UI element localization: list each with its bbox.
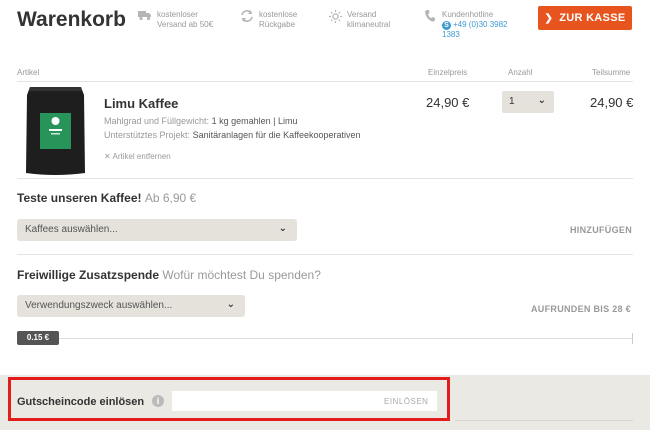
hotline-phone[interactable]: S +49 (0)30 3982 — [442, 20, 508, 30]
grind-value: 1 kg gemahlen | Limu — [211, 116, 298, 126]
voucher-label: Gutscheincode einlösen — [17, 396, 145, 408]
add-coffee-button[interactable]: HINZUFÜGEN — [570, 225, 632, 235]
donation-heading: Freiwillige Zusatzspende — [17, 268, 160, 282]
chevron-down-icon: ⌄ — [278, 223, 287, 234]
chevron-down-icon: ⌄ — [226, 299, 235, 310]
close-icon: ✕ — [104, 152, 111, 161]
page-title: Warenkorb — [17, 8, 126, 31]
product-image[interactable] — [24, 85, 87, 177]
quantity-select[interactable]: 1 ⌄ — [502, 91, 554, 113]
feature-line: Versand ab 50€ — [157, 20, 214, 29]
return-arrows-icon — [239, 10, 255, 24]
feature-free-shipping: kostenloser Versand ab 50€ — [137, 10, 213, 30]
sun-icon — [327, 10, 343, 24]
column-header-anzahl: Anzahl — [508, 68, 533, 77]
donation-title: Freiwillige Zusatzspende Wofür möchtest … — [17, 268, 321, 282]
try-coffee-heading: Teste unseren Kaffee! — [17, 191, 142, 205]
donation-purpose-select[interactable]: Verwendungszweck auswählen... ⌄ — [17, 295, 245, 317]
remove-label: Artikel entfernen — [112, 152, 171, 161]
subtotal: 24,90 € — [590, 95, 634, 110]
info-icon[interactable]: i — [152, 395, 164, 407]
feature-line: kostenlose — [259, 10, 298, 19]
quantity-value: 1 — [509, 96, 515, 107]
round-up-button[interactable]: AUFRUNDEN BIS 28 € — [531, 304, 631, 314]
grind-label: Mahlgrad und Füllgewicht: — [104, 116, 210, 126]
coffee-select-value: Kaffees auswählen... — [25, 224, 118, 235]
product-name[interactable]: Limu Kaffee — [104, 96, 178, 111]
feature-line: klimaneutral — [347, 20, 391, 29]
column-header-artikel: Artikel — [17, 68, 40, 77]
divider — [17, 178, 633, 179]
donation-slider-track[interactable] — [17, 338, 633, 339]
customer-hotline: Kundenhotline S +49 (0)30 3982 1383 — [422, 10, 508, 40]
slider-end-tick — [632, 333, 633, 344]
try-coffee-title: Teste unseren Kaffee! Ab 6,90 € — [17, 191, 196, 205]
checkout-label: ZUR KASSE — [559, 12, 626, 24]
hotline-label: Kundenhotline — [442, 10, 494, 19]
column-header-einzelpreis: Einzelpreis — [428, 68, 468, 77]
product-project: Unterstütztes Projekt: Sanitäranlagen fü… — [104, 130, 361, 140]
divider — [17, 81, 633, 82]
feature-climate-neutral: Versand klimaneutral — [327, 10, 390, 30]
unit-price: 24,90 € — [426, 95, 470, 110]
chevron-right-icon: ❯ — [544, 12, 554, 24]
skype-icon: S — [442, 21, 451, 30]
donation-slider-handle[interactable]: 0.15 € — [17, 331, 59, 345]
try-coffee-price: Ab 6,90 € — [144, 191, 197, 205]
column-header-teilsumme: Teilsumme — [592, 68, 631, 77]
chevron-down-icon: ⌄ — [537, 95, 546, 106]
feature-line: Versand — [347, 10, 377, 19]
redeem-voucher-button[interactable]: EINLÖSEN — [384, 397, 428, 406]
feature-line: Rückgabe — [259, 20, 296, 29]
donation-select-value: Verwendungszweck auswählen... — [25, 300, 173, 311]
divider — [455, 420, 633, 421]
feature-line: kostenloser — [157, 10, 198, 19]
donation-question: Wofür möchtest Du spenden? — [162, 268, 321, 282]
truck-icon — [137, 10, 153, 24]
checkout-button[interactable]: ❯ ZUR KASSE — [538, 6, 632, 30]
project-label: Unterstütztes Projekt: — [104, 130, 191, 140]
divider — [17, 254, 633, 255]
hotline-phone-number-cont[interactable]: 1383 — [442, 30, 508, 40]
coffee-select[interactable]: Kaffees auswählen... ⌄ — [17, 219, 297, 241]
phone-icon — [422, 10, 438, 24]
project-value: Sanitäranlagen für die Kaffeekooperative… — [192, 130, 361, 140]
hotline-phone-number[interactable]: +49 (0)30 3982 — [453, 20, 508, 29]
product-grind: Mahlgrad und Füllgewicht: 1 kg gemahlen … — [104, 116, 297, 126]
remove-item-link[interactable]: ✕ Artikel entfernen — [104, 152, 171, 161]
feature-free-return: kostenlose Rückgabe — [239, 10, 297, 30]
